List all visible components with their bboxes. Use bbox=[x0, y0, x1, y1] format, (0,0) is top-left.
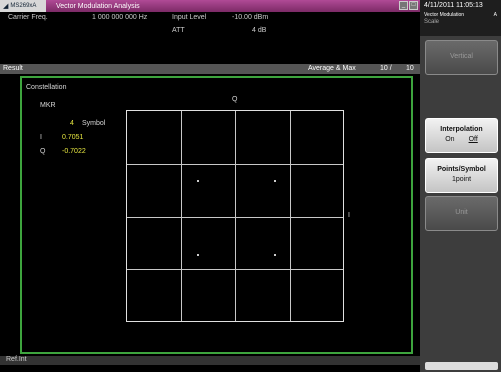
softkey-label: Vertical bbox=[450, 53, 473, 60]
average-total: 10 bbox=[406, 65, 414, 72]
constellation-grid bbox=[126, 110, 344, 322]
mode-marker: A bbox=[493, 12, 497, 18]
softkey-panel: 4/11/2011 11:05:13 Vector Modulation A S… bbox=[420, 0, 501, 372]
softkey-label: Interpolation bbox=[440, 126, 483, 133]
softkey-label: Points/Symbol bbox=[437, 166, 486, 173]
softkey-vertical[interactable]: Vertical bbox=[425, 40, 498, 75]
anritsu-logo: ◢ MS269xA bbox=[0, 0, 46, 12]
marker-i-value: 0.7051 bbox=[62, 134, 84, 141]
q-axis-label: Q bbox=[232, 96, 238, 103]
reference-status: Ref.Int bbox=[6, 356, 27, 363]
result-bar: Result Average & Max 10 / 10 bbox=[0, 64, 420, 74]
logo-icon: ◢ bbox=[3, 3, 9, 10]
points-per-symbol-value: 1point bbox=[451, 176, 472, 183]
softkey-points-per-symbol[interactable]: Points/Symbol 1point bbox=[425, 158, 498, 193]
grid-line bbox=[127, 164, 343, 165]
maximize-button[interactable]: □ bbox=[409, 1, 418, 10]
softkey-unit[interactable]: Unit bbox=[425, 196, 498, 231]
marker-label: MKR bbox=[40, 102, 56, 109]
softkey-interpolation[interactable]: Interpolation On Off bbox=[425, 118, 498, 153]
att-label: ATT bbox=[172, 27, 185, 34]
interpolation-on-option[interactable]: On bbox=[445, 136, 454, 143]
input-level-value: -10.00 dBm bbox=[232, 14, 269, 21]
grid-line bbox=[235, 111, 236, 321]
datetime: 4/11/2011 11:05:13 bbox=[424, 2, 483, 9]
symbol-label: Symbol bbox=[82, 120, 106, 127]
result-label: Result bbox=[3, 65, 23, 72]
minimize-button[interactable]: _ bbox=[399, 1, 408, 10]
softkey-label: Unit bbox=[455, 209, 468, 216]
symbol-point bbox=[197, 254, 199, 256]
grid-line bbox=[127, 217, 343, 218]
i-axis-label: I bbox=[348, 212, 350, 219]
average-count: 10 / bbox=[380, 65, 392, 72]
input-level-label: Input Level bbox=[172, 14, 207, 21]
marker-q-value: -0.7022 bbox=[62, 148, 86, 155]
marker-q-label: Q bbox=[40, 148, 46, 155]
grid-line bbox=[181, 111, 182, 321]
grid-line bbox=[290, 111, 291, 321]
symbol-point bbox=[274, 180, 276, 182]
carrier-freq-value: 1 000 000 000 Hz bbox=[92, 14, 148, 21]
title-bar: ◢ MS269xA Vector Modulation Analysis _ □ bbox=[0, 0, 420, 12]
softkey-scrollbar[interactable] bbox=[425, 362, 498, 370]
storage-mode: Average & Max bbox=[308, 65, 356, 72]
grid-line bbox=[127, 269, 343, 270]
marker-i-label: I bbox=[40, 134, 42, 141]
softkey-header: 4/11/2011 11:05:13 Vector Modulation A S… bbox=[420, 0, 501, 36]
symbol-point bbox=[197, 180, 199, 182]
symbol-point bbox=[274, 254, 276, 256]
carrier-freq-label: Carrier Freq. bbox=[8, 14, 48, 21]
interpolation-off-option[interactable]: Off bbox=[469, 136, 478, 143]
status-bar: Ref.Int bbox=[0, 356, 420, 365]
app-title: Vector Modulation Analysis bbox=[56, 2, 140, 10]
att-value: 4 dB bbox=[252, 27, 267, 34]
softkey-section-title: Scale bbox=[424, 19, 440, 25]
logo-text: MS269xA bbox=[10, 3, 37, 9]
mode-name: Vector Modulation bbox=[424, 12, 465, 18]
marker-symbol-number: 4 bbox=[70, 120, 74, 127]
panel-title: Constellation bbox=[26, 84, 67, 91]
